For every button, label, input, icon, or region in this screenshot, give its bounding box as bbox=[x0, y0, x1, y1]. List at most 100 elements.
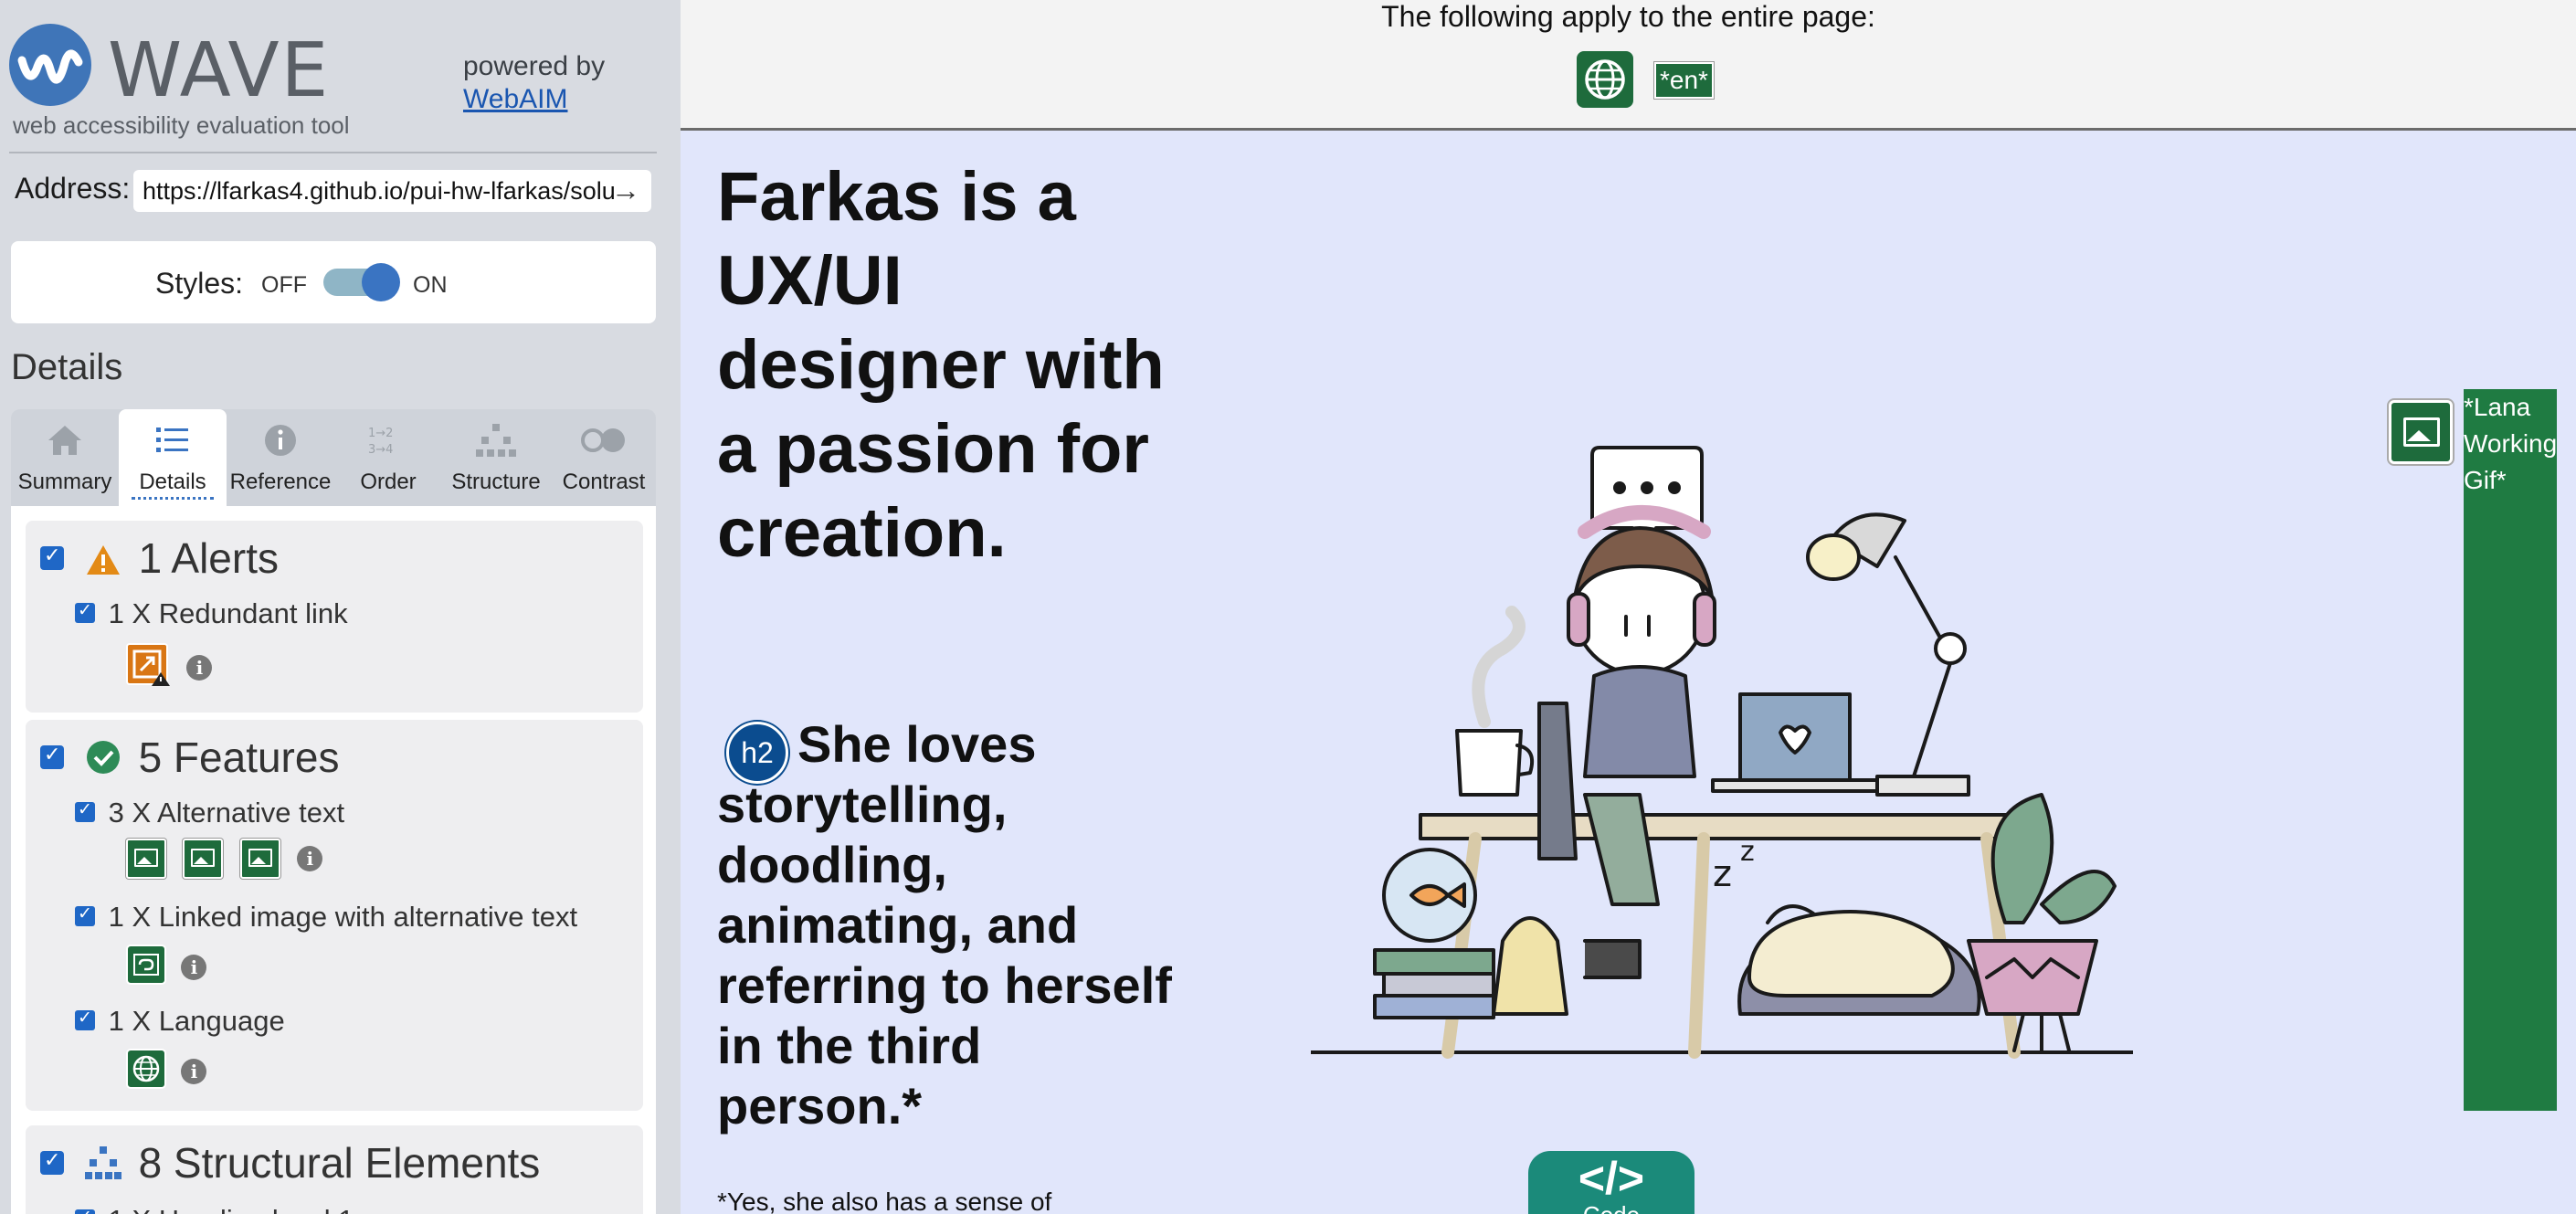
structure-title: 8 Structural Elements bbox=[138, 1139, 541, 1187]
alt-text-item[interactable]: 3 X Alternative text bbox=[75, 797, 344, 829]
alerts-card: 1 Alerts 1 X Redundant link i bbox=[26, 521, 643, 713]
contrast-icon bbox=[550, 422, 658, 460]
styles-panel: Styles: OFF ON bbox=[11, 241, 656, 323]
image-alt-icon[interactable] bbox=[2389, 400, 2453, 464]
webaim-link[interactable]: WebAIM bbox=[463, 84, 605, 115]
lana-working-illustration: z z bbox=[1311, 446, 2133, 1059]
tab-reference[interactable]: Reference bbox=[227, 409, 334, 506]
features-title: 5 Features bbox=[138, 734, 340, 781]
subheading: She loves storytelling, doodling, animat… bbox=[717, 715, 1172, 1135]
linked-image-label: 1 X Linked image with alternative text bbox=[108, 901, 578, 933]
tab-label: Structure bbox=[451, 470, 541, 494]
tab-label: Summary bbox=[17, 470, 112, 494]
redundant-link-label: 1 X Redundant link bbox=[108, 597, 348, 629]
alerts-checkbox[interactable] bbox=[40, 544, 64, 570]
alt-text-icon[interactable] bbox=[183, 839, 224, 879]
alt-text-icon[interactable] bbox=[126, 839, 166, 879]
svg-text:1→2: 1→2 bbox=[368, 427, 393, 440]
h2-badge[interactable]: h2 bbox=[726, 722, 788, 784]
linked-image-checkbox[interactable] bbox=[75, 903, 95, 926]
hero-heading: Farkas is a UX/UI designer with a passio… bbox=[717, 158, 1165, 572]
feature-check-icon bbox=[85, 736, 121, 786]
home-icon bbox=[11, 422, 119, 460]
go-arrow-icon[interactable]: → bbox=[611, 174, 640, 207]
tab-contrast[interactable]: Contrast bbox=[550, 409, 658, 506]
svg-text:z: z bbox=[1740, 836, 1755, 868]
tab-label: Contrast bbox=[562, 470, 646, 494]
structure-card: 8 Structural Elements 1 X Heading level … bbox=[26, 1125, 643, 1214]
alt-text-label: 3 X Alternative text bbox=[108, 797, 345, 829]
language-icon[interactable] bbox=[126, 1049, 166, 1093]
order-icon: 1→2 3→4 bbox=[334, 422, 442, 460]
tab-order[interactable]: 1→2 3→4 Order bbox=[334, 409, 442, 506]
alerts-title: 1 Alerts bbox=[138, 534, 279, 582]
address-label: Address: bbox=[15, 172, 131, 205]
details-list: 1 Alerts 1 X Redundant link i 5 Features bbox=[11, 506, 656, 1214]
powered-by: powered by WebAIM bbox=[463, 51, 605, 115]
page-level-banner: The following apply to the entire page: … bbox=[681, 0, 2576, 131]
tab-summary[interactable]: Summary bbox=[11, 409, 119, 506]
info-icon[interactable]: i bbox=[181, 954, 207, 980]
linked-image-item[interactable]: 1 X Linked image with alternative text bbox=[75, 901, 577, 934]
banner-text: The following apply to the entire page: bbox=[1381, 0, 1875, 33]
styles-on-label: ON bbox=[413, 272, 448, 298]
code-button[interactable]: </> Code bbox=[1528, 1151, 1694, 1214]
info-icon[interactable]: i bbox=[297, 846, 323, 871]
tab-label: Order bbox=[360, 470, 417, 494]
heading-level-checkbox[interactable] bbox=[75, 1207, 95, 1214]
structure-icon bbox=[84, 1142, 121, 1191]
styles-label: Styles: bbox=[155, 267, 244, 300]
svg-text:z: z bbox=[1713, 853, 1732, 895]
powered-by-label: powered by bbox=[463, 51, 606, 81]
alt-text-checkbox[interactable] bbox=[75, 799, 95, 822]
wave-sidebar: WAVE web accessibility evaluation tool p… bbox=[0, 0, 681, 1214]
language-globe-icon[interactable] bbox=[1577, 51, 1633, 108]
address-value: https://lfarkas4.github.io/pui-hw-lfarka… bbox=[143, 177, 616, 205]
styles-off-label: OFF bbox=[261, 272, 307, 298]
address-input[interactable]: https://lfarkas4.github.io/pui-hw-lfarka… bbox=[133, 170, 651, 212]
features-category[interactable]: 5 Features bbox=[40, 733, 339, 786]
language-icons: i bbox=[126, 1049, 207, 1093]
details-heading: Details bbox=[11, 347, 123, 387]
tab-structure[interactable]: Structure bbox=[442, 409, 550, 506]
wave-tagline: web accessibility evaluation tool bbox=[13, 111, 350, 139]
redundant-link-item[interactable]: 1 X Redundant link bbox=[75, 597, 348, 630]
redundant-link-icons: i bbox=[126, 643, 213, 691]
redundant-link-icon[interactable] bbox=[126, 643, 172, 691]
alt-text-icon[interactable] bbox=[239, 839, 280, 879]
wave-wordmark: WAVE bbox=[108, 27, 331, 114]
heading-level-item[interactable]: 1 X Heading level 1 bbox=[75, 1204, 354, 1214]
redundant-link-checkbox[interactable] bbox=[75, 600, 95, 623]
linked-image-icon[interactable] bbox=[126, 945, 166, 989]
structure-icon bbox=[442, 422, 550, 460]
alerts-category[interactable]: 1 Alerts bbox=[40, 533, 279, 586]
list-icon bbox=[119, 422, 227, 460]
styles-toggle-knob[interactable] bbox=[362, 263, 400, 301]
features-card: 5 Features 3 X Alternative text i 1 X Li… bbox=[26, 720, 643, 1111]
tab-label: Reference bbox=[229, 470, 332, 494]
info-icon[interactable]: i bbox=[181, 1058, 207, 1084]
info-icon bbox=[227, 422, 334, 460]
divider bbox=[9, 152, 657, 153]
tab-label: Details bbox=[132, 470, 214, 500]
heading-level-label: 1 X Heading level 1 bbox=[109, 1204, 354, 1214]
alert-icon bbox=[85, 537, 121, 586]
wave-logo-icon bbox=[9, 24, 91, 106]
code-glyph: </> bbox=[1578, 1153, 1645, 1204]
info-icon[interactable]: i bbox=[186, 654, 213, 681]
linked-image-icons: i bbox=[126, 945, 207, 989]
features-checkbox[interactable] bbox=[40, 743, 64, 769]
code-label: Code bbox=[1528, 1203, 1694, 1214]
language-label: 1 X Language bbox=[108, 1005, 285, 1037]
structure-category[interactable]: 8 Structural Elements bbox=[40, 1138, 540, 1191]
language-checkbox[interactable] bbox=[75, 1008, 95, 1030]
panel-tabs: Summary Details Reference 1→2 3→4 Order S… bbox=[11, 409, 656, 506]
alt-text-icons: i bbox=[126, 839, 323, 879]
footnote: *Yes, she also has a sense of bbox=[717, 1188, 1052, 1214]
language-item[interactable]: 1 X Language bbox=[75, 1005, 285, 1038]
structure-checkbox[interactable] bbox=[40, 1148, 64, 1175]
page-preview: The following apply to the entire page: … bbox=[681, 0, 2576, 1214]
gif-alt-label: *Lana Working Gif* bbox=[2464, 393, 2558, 494]
language-badge[interactable]: *en* bbox=[1654, 62, 1714, 99]
tab-details[interactable]: Details bbox=[119, 409, 227, 506]
